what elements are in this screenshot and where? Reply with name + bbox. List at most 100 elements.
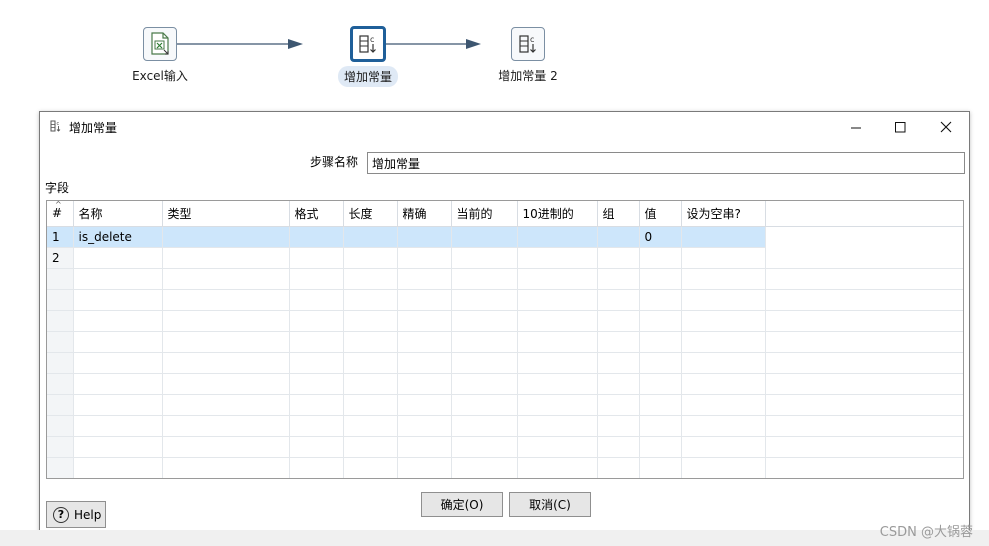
table-row-empty (47, 331, 963, 353)
empty-cell (681, 310, 766, 332)
empty-cell (765, 331, 963, 353)
cell-type[interactable] (162, 247, 290, 269)
empty-cell (343, 310, 398, 332)
cell-currency[interactable] (451, 226, 518, 248)
table-row[interactable]: 1 is_delete 0 (47, 226, 963, 248)
column-header-precision[interactable]: 精确 (397, 201, 452, 227)
cell-decimal[interactable] (517, 226, 598, 248)
empty-cell (517, 268, 598, 290)
column-header-decimal[interactable]: 10进制的 (517, 201, 598, 227)
table-row[interactable]: 2 (47, 247, 963, 269)
table-row-empty (47, 436, 963, 458)
close-button[interactable] (923, 112, 968, 142)
cell-precision[interactable] (397, 247, 452, 269)
empty-cell (451, 415, 518, 437)
empty-cell (397, 457, 452, 478)
cell-value[interactable]: 0 (639, 226, 682, 248)
empty-cell (73, 373, 163, 395)
empty-cell (47, 457, 74, 478)
empty-cell (765, 352, 963, 374)
cell-filler (765, 247, 963, 269)
empty-cell (47, 352, 74, 374)
empty-cell (451, 289, 518, 311)
add-constants-dialog: c 增加常量 步骤名称 字段 (39, 111, 970, 535)
column-header-currency[interactable]: 当前的 (451, 201, 518, 227)
column-header-set-empty[interactable]: 设为空串? (681, 201, 766, 227)
empty-cell (639, 394, 682, 416)
sort-caret-icon: ^ (55, 200, 62, 209)
column-header-format[interactable]: 格式 (289, 201, 344, 227)
cell-format[interactable] (289, 247, 344, 269)
cell-length[interactable] (343, 226, 398, 248)
empty-cell (639, 415, 682, 437)
column-header-length[interactable]: 长度 (343, 201, 398, 227)
maximize-icon (895, 121, 906, 132)
cell-type[interactable] (162, 226, 290, 248)
cell-value[interactable] (639, 247, 682, 269)
empty-cell (73, 310, 163, 332)
empty-cell (597, 268, 640, 290)
maximize-button[interactable] (878, 112, 923, 142)
empty-cell (289, 415, 344, 437)
empty-cell (517, 394, 598, 416)
empty-cell (47, 268, 74, 290)
empty-cell (451, 436, 518, 458)
cell-set-empty[interactable] (681, 226, 766, 248)
column-header-value[interactable]: 值 (639, 201, 682, 227)
help-button[interactable]: ? Help (46, 501, 106, 528)
empty-cell (639, 436, 682, 458)
empty-cell (765, 415, 963, 437)
table-row-empty (47, 289, 963, 311)
cell-name[interactable]: is_delete (73, 226, 163, 248)
empty-cell (451, 352, 518, 374)
cell-currency[interactable] (451, 247, 518, 269)
empty-cell (397, 436, 452, 458)
step-name-input[interactable] (367, 152, 965, 174)
empty-cell (73, 394, 163, 416)
empty-cell (451, 394, 518, 416)
cell-precision[interactable] (397, 226, 452, 248)
column-header-name[interactable]: 名称 (73, 201, 163, 227)
empty-cell (289, 331, 344, 353)
empty-cell (47, 310, 74, 332)
cell-length[interactable] (343, 247, 398, 269)
empty-cell (597, 289, 640, 311)
empty-cell (47, 289, 74, 311)
empty-cell (289, 310, 344, 332)
empty-cell (765, 373, 963, 395)
column-header-group[interactable]: 组 (597, 201, 640, 227)
close-icon (940, 121, 951, 133)
add-constants-icon: c (511, 27, 545, 61)
step-add-constants-2[interactable]: c 增加常量 2 (495, 27, 561, 84)
empty-cell (73, 415, 163, 437)
cell-decimal[interactable] (517, 247, 598, 269)
cell-group[interactable] (597, 226, 640, 248)
table-header-row: ^ # 名称 类型 格式 长度 精确 当前的 10进制的 组 值 设为空串? (47, 200, 963, 227)
step-add-constants[interactable]: c 增加常量 (335, 26, 401, 87)
empty-cell (681, 289, 766, 311)
cell-set-empty[interactable] (681, 247, 766, 269)
fields-table[interactable]: ^ # 名称 类型 格式 长度 精确 当前的 10进制的 组 值 设为空串? 1… (46, 200, 964, 479)
add-constants-icon: c (350, 26, 386, 62)
step-excel-input[interactable]: Excel输入 (131, 27, 189, 84)
empty-cell (47, 436, 74, 458)
column-header-type[interactable]: 类型 (162, 201, 290, 227)
cancel-button[interactable]: 取消(C) (509, 492, 591, 517)
empty-cell (162, 436, 290, 458)
empty-cell (517, 331, 598, 353)
empty-cell (451, 373, 518, 395)
dialog-titlebar[interactable]: c 增加常量 (40, 112, 969, 142)
empty-cell (47, 415, 74, 437)
column-header-num[interactable]: ^ # (47, 200, 74, 227)
minimize-button[interactable] (834, 112, 879, 142)
cell-format[interactable] (289, 226, 344, 248)
cell-name[interactable] (73, 247, 163, 269)
ok-button[interactable]: 确定(O) (421, 492, 503, 517)
cell-group[interactable] (597, 247, 640, 269)
empty-cell (47, 373, 74, 395)
table-row-empty (47, 268, 963, 290)
empty-cell (681, 331, 766, 353)
empty-cell (639, 373, 682, 395)
empty-cell (162, 373, 290, 395)
row-number: 2 (47, 247, 74, 269)
